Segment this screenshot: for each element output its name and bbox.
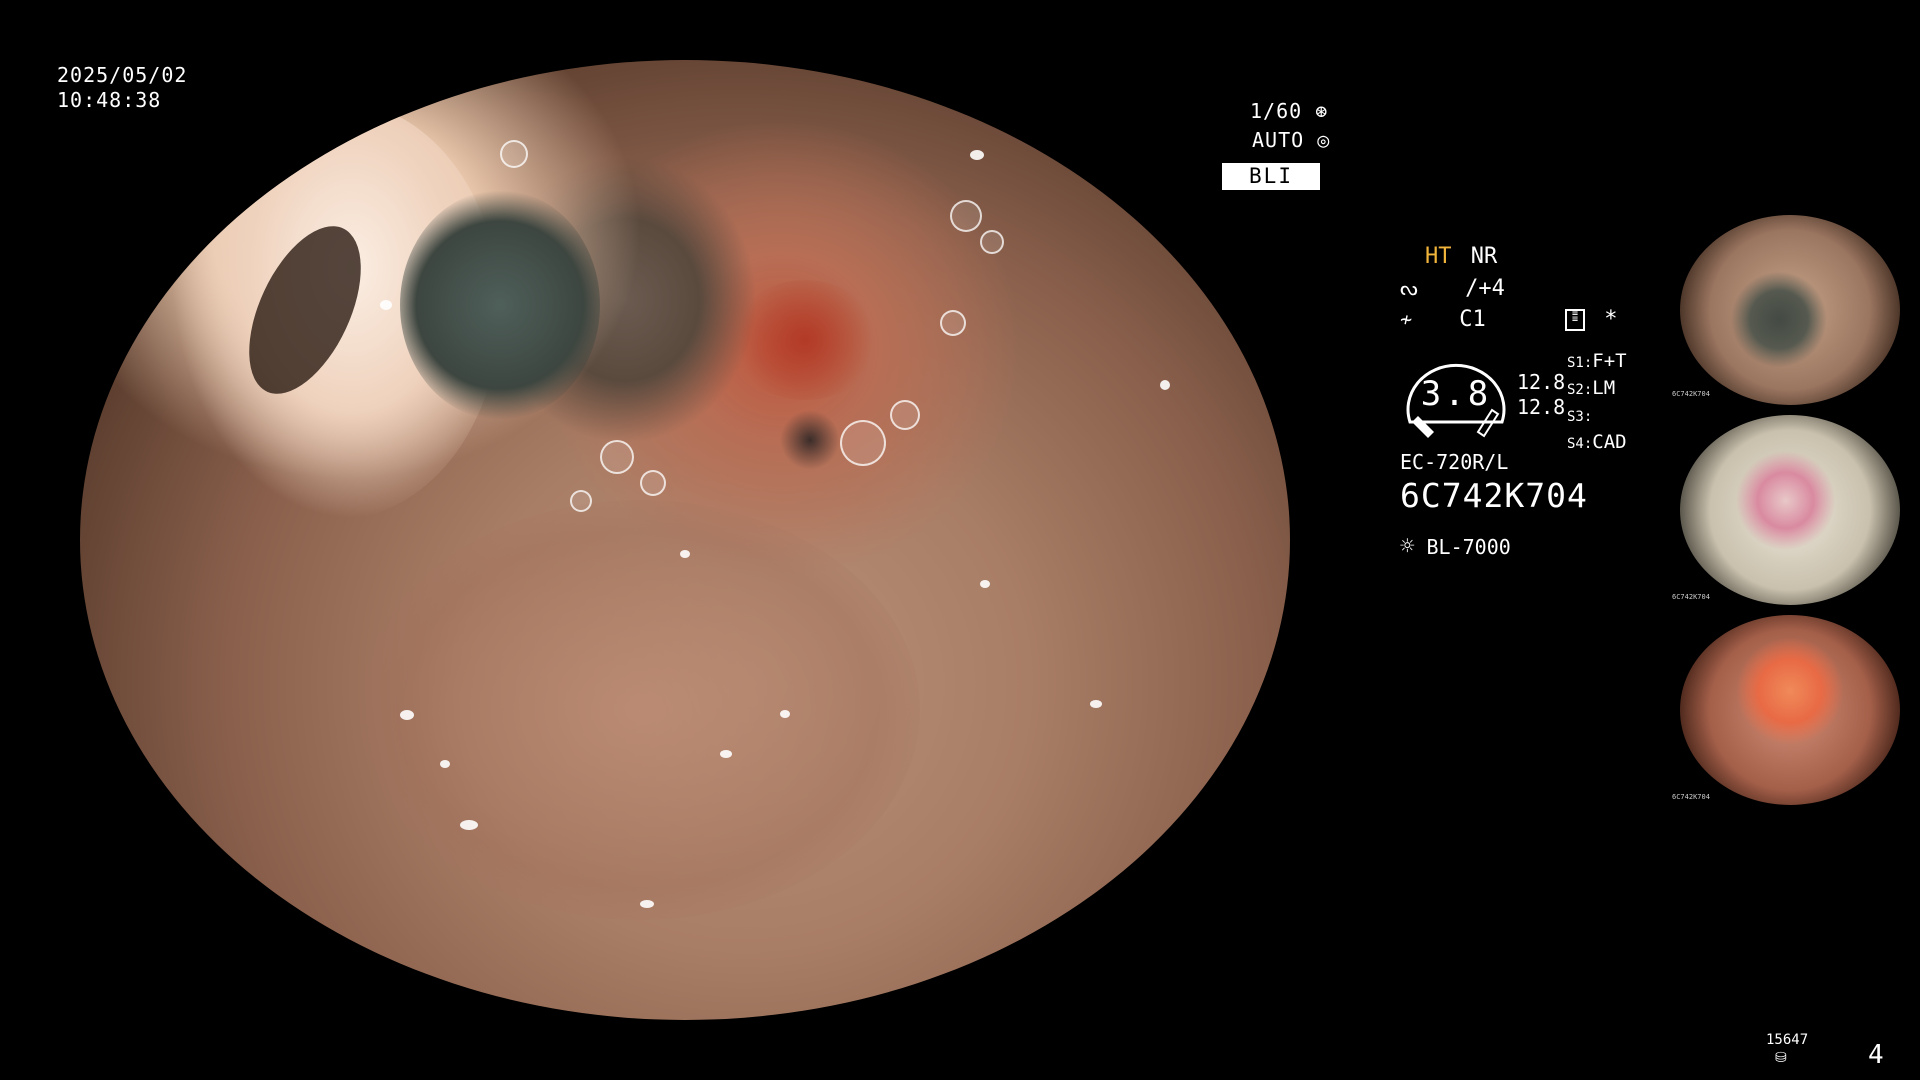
- scope-serial: 6C742K704: [1400, 476, 1588, 515]
- endoscopic-view: [80, 60, 1290, 1020]
- thumbnail-3-image: [1680, 615, 1900, 805]
- time-text: 10:48:38: [57, 88, 162, 112]
- shutter-readout: 1/60 ⊛: [1250, 99, 1328, 124]
- switch-row-4: S4:CAD: [1567, 431, 1627, 453]
- record-indicator: ≡ ≡ *: [1565, 307, 1618, 332]
- nr-label: NR: [1470, 244, 1498, 269]
- color-value: C1: [1459, 307, 1486, 332]
- zoom-value: 3.8: [1420, 374, 1492, 414]
- date-text: 2025/05/02: [57, 63, 188, 87]
- light-mode-badge: BLI: [1222, 163, 1320, 190]
- shutter-text: 1/60: [1250, 99, 1303, 123]
- switch-list: S1:F+T S2:LM S3: S4:CAD: [1567, 349, 1627, 457]
- enhance-row: HT NR: [1425, 244, 1497, 269]
- structure-value: /+4: [1465, 276, 1505, 301]
- scope-model: EC-720R/L: [1400, 450, 1509, 474]
- page-number: 4: [1868, 1040, 1884, 1070]
- shutter-icon: ⊛: [1315, 99, 1329, 123]
- thumbnail-1[interactable]: 6C742K704: [1670, 215, 1915, 410]
- structure-icon: ᔓ: [1400, 276, 1418, 300]
- record-icon: ≡ ≡: [1565, 309, 1585, 331]
- switch-row-1: S1:F+T: [1567, 350, 1627, 372]
- value-1: 12.8: [1517, 370, 1566, 394]
- storage-icon: ⛁: [1775, 1050, 1787, 1066]
- gauge-marker-left: [1412, 416, 1434, 438]
- color-icon: ≁: [1400, 307, 1413, 331]
- light-source-row: ☼ BL-7000: [1400, 532, 1511, 560]
- color-row: ≁ C1: [1400, 307, 1486, 332]
- iris-icon: ◎: [1317, 128, 1331, 152]
- thumbnail-3-label: 6C742K704: [1672, 793, 1710, 801]
- mode-text: AUTO: [1252, 128, 1305, 152]
- switch-row-2: S2:LM: [1567, 377, 1616, 399]
- light-source-icon: ☼: [1400, 532, 1415, 560]
- star-text: *: [1604, 307, 1618, 332]
- value-2: 12.8: [1517, 395, 1566, 419]
- thumbnail-2-label: 6C742K704: [1672, 593, 1710, 601]
- datetime-display: 2025/05/02 10:48:38: [57, 63, 187, 113]
- value-stack: 12.8 12.8: [1517, 370, 1565, 420]
- thumbnail-2[interactable]: 6C742K704: [1670, 415, 1915, 610]
- thumbnail-1-label: 6C742K704: [1672, 390, 1710, 398]
- ht-label: HT: [1425, 244, 1452, 269]
- image-count: 15647: [1766, 1032, 1809, 1048]
- thumbnail-3[interactable]: 6C742K704: [1670, 615, 1915, 810]
- structure-row: ᔓ /+4: [1400, 276, 1505, 301]
- switch-row-3: S3:: [1567, 409, 1593, 425]
- mode-readout: AUTO ◎: [1252, 128, 1330, 153]
- info-panel-top: [1374, 0, 1920, 216]
- thumbnail-2-image: [1680, 415, 1900, 605]
- thumbnail-1-image: [1680, 215, 1900, 405]
- light-source-text: BL-7000: [1426, 535, 1511, 559]
